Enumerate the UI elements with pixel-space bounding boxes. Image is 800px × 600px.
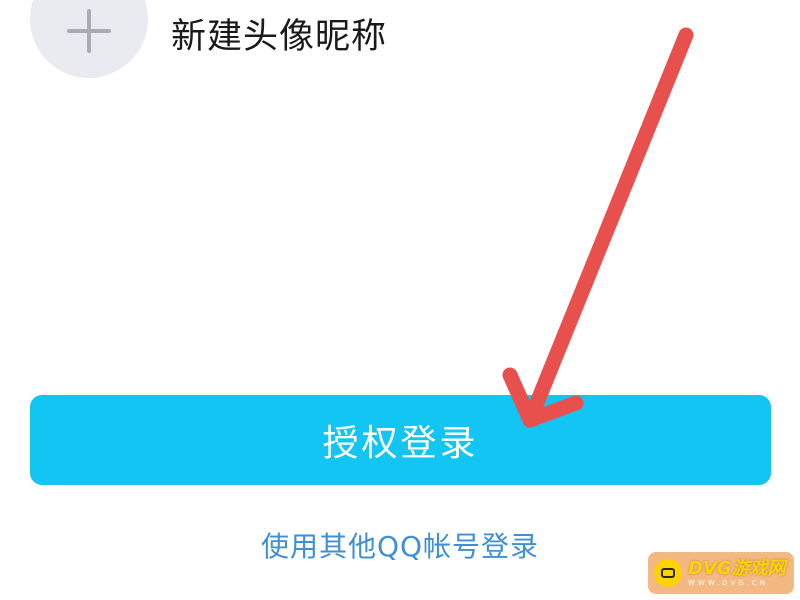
red-arrow-annotation bbox=[502, 27, 694, 428]
watermark-text: DVG游戏网 bbox=[688, 557, 786, 579]
new-avatar-button[interactable] bbox=[30, 0, 148, 78]
qq-authorization-screen: 新建头像昵称 授权登录 使用其他QQ帐号登录 DVG游戏网 WWW.DVG.CN bbox=[0, 0, 800, 600]
authorize-login-button[interactable]: 授权登录 bbox=[30, 395, 771, 485]
watermark-subtext: WWW.DVG.CN bbox=[688, 578, 769, 587]
new-avatar-label: 新建头像昵称 bbox=[171, 17, 388, 57]
watermark-text-group: DVG游戏网 WWW.DVG.CN bbox=[688, 557, 786, 587]
gamepad-icon bbox=[654, 559, 682, 587]
new-avatar-row[interactable]: 新建头像昵称 bbox=[30, 0, 630, 84]
plus-icon bbox=[67, 9, 111, 53]
dvg-watermark: DVG游戏网 WWW.DVG.CN bbox=[648, 552, 794, 594]
arrow-shaft bbox=[522, 27, 694, 428]
